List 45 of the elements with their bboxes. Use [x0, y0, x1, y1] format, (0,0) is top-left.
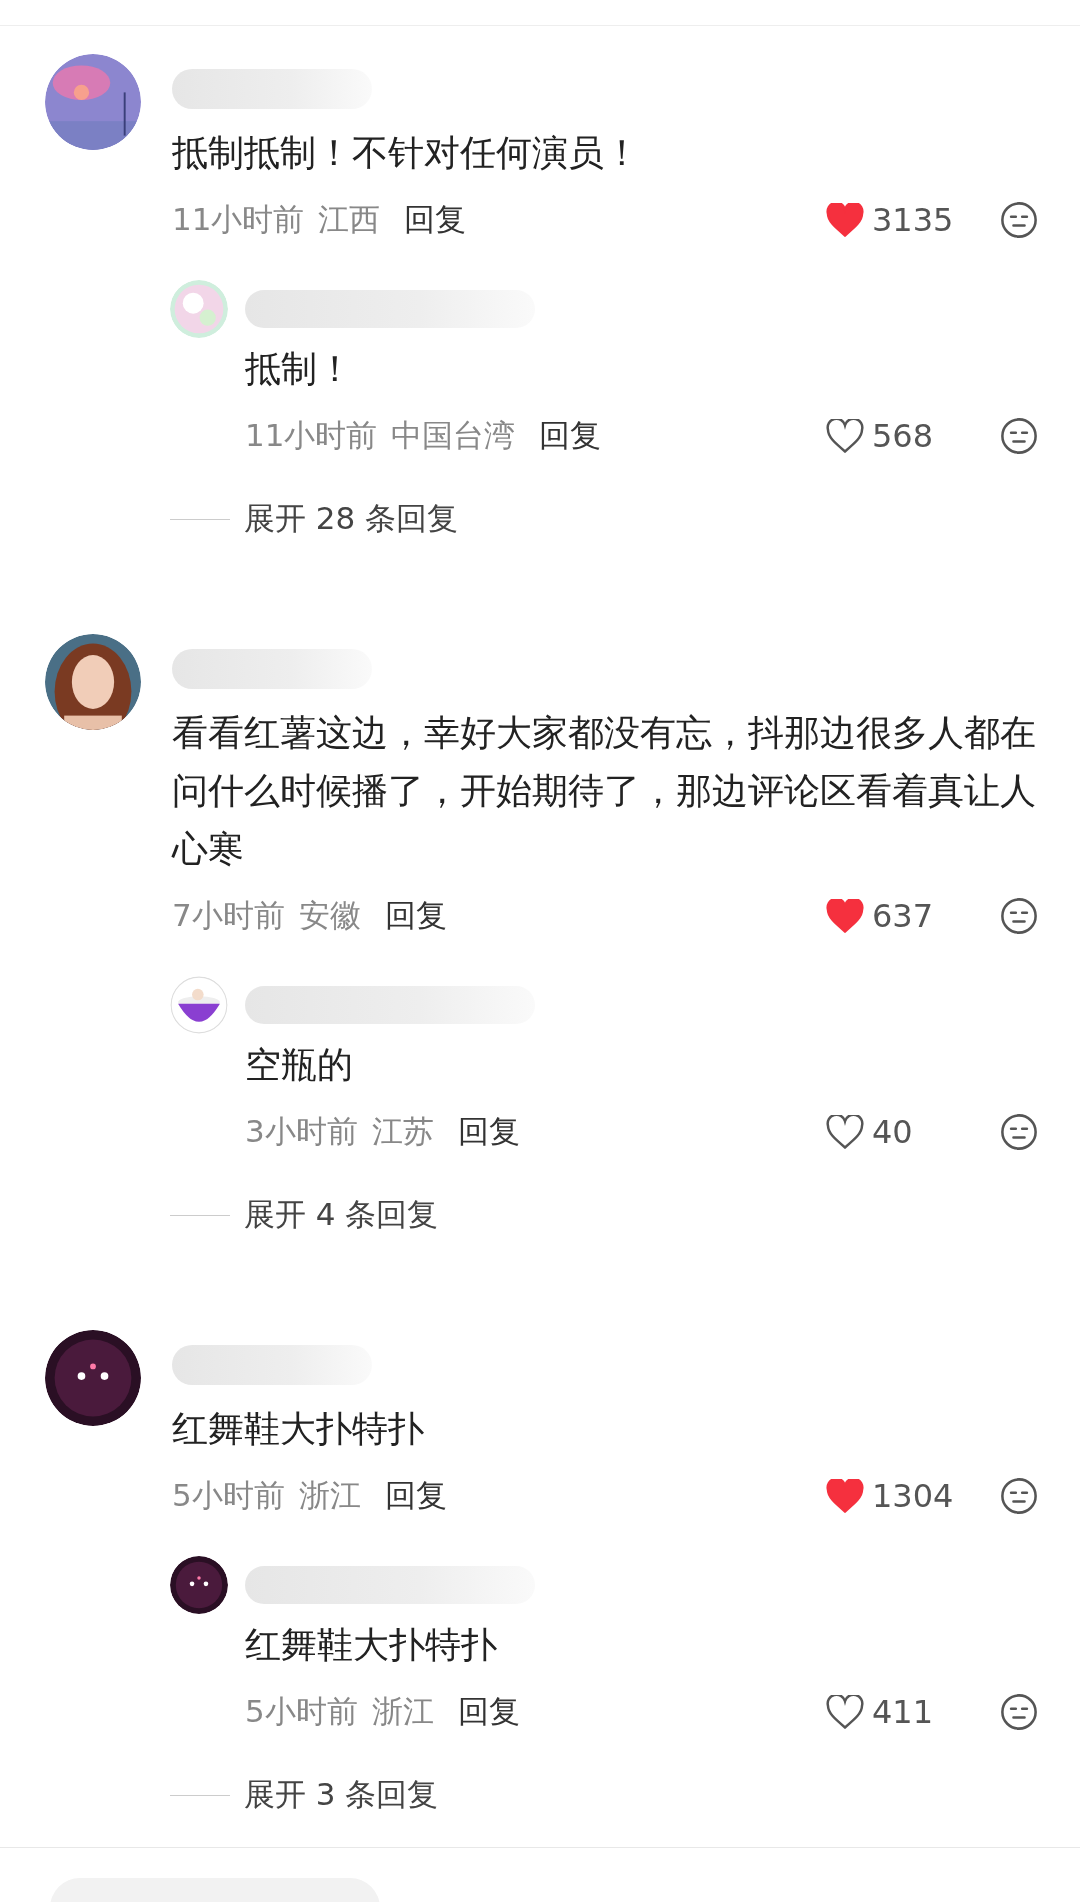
- reply-text: 红舞鞋大扑特扑: [245, 1623, 498, 1667]
- like-count: 3135: [872, 201, 955, 239]
- location: 中国台湾: [391, 416, 516, 455]
- expand-replies-link[interactable]: 展开 28 条回复: [244, 498, 459, 540]
- reply-link[interactable]: 回复: [404, 199, 467, 241]
- location: 江西: [318, 200, 381, 239]
- post-time: 5小时前: [172, 1476, 285, 1515]
- like-count: 568: [872, 417, 935, 455]
- post-time: 5小时前: [245, 1692, 358, 1731]
- heart-icon[interactable]: [826, 1479, 864, 1513]
- comment-text: 红舞鞋大扑特扑: [172, 1407, 425, 1451]
- reply-link[interactable]: 回复: [457, 1691, 520, 1733]
- like-count: 637: [872, 897, 935, 935]
- reply-link[interactable]: 回复: [457, 1111, 520, 1153]
- heart-icon[interactable]: [826, 899, 864, 933]
- reply-text: 空瓶的: [245, 1043, 354, 1087]
- reply-link[interactable]: 回复: [384, 1475, 447, 1517]
- face-icon[interactable]: [1000, 1693, 1038, 1731]
- face-icon[interactable]: [1000, 417, 1038, 455]
- heart-icon[interactable]: [826, 203, 864, 237]
- reply-link[interactable]: 回复: [539, 415, 602, 457]
- expand-replies-link[interactable]: 展开 3 条回复: [244, 1774, 439, 1816]
- location: 江苏: [371, 1112, 434, 1151]
- like-count: 40: [872, 1113, 914, 1151]
- reply-text: 抵制！: [245, 347, 354, 391]
- face-icon[interactable]: [1000, 1477, 1038, 1515]
- post-time: 11小时前: [172, 200, 305, 239]
- comment-text: 看看红薯这边，幸好大家都没有忘，抖那边很多人都在问什么时候播了，开始期待了，那边评论区看着真让人心寒: [172, 711, 1037, 871]
- heart-icon[interactable]: [826, 1115, 864, 1149]
- like-count: 1304: [872, 1477, 955, 1515]
- expand-replies-link[interactable]: 展开 4 条回复: [244, 1194, 439, 1236]
- like-count: 411: [872, 1693, 935, 1731]
- face-icon[interactable]: [1000, 201, 1038, 239]
- heart-icon[interactable]: [826, 1695, 864, 1729]
- location: 安徽: [298, 896, 361, 935]
- location: 浙江: [298, 1476, 361, 1515]
- heart-icon[interactable]: [826, 419, 864, 453]
- location: 浙江: [371, 1692, 434, 1731]
- post-time: 7小时前: [172, 896, 285, 935]
- face-icon[interactable]: [1000, 897, 1038, 935]
- comment-text: 抵制抵制！不针对任何演员！: [172, 131, 641, 175]
- post-time: 11小时前: [245, 416, 378, 455]
- reply-link[interactable]: 回复: [384, 895, 447, 937]
- post-time: 3小时前: [245, 1112, 358, 1151]
- face-icon[interactable]: [1000, 1113, 1038, 1151]
